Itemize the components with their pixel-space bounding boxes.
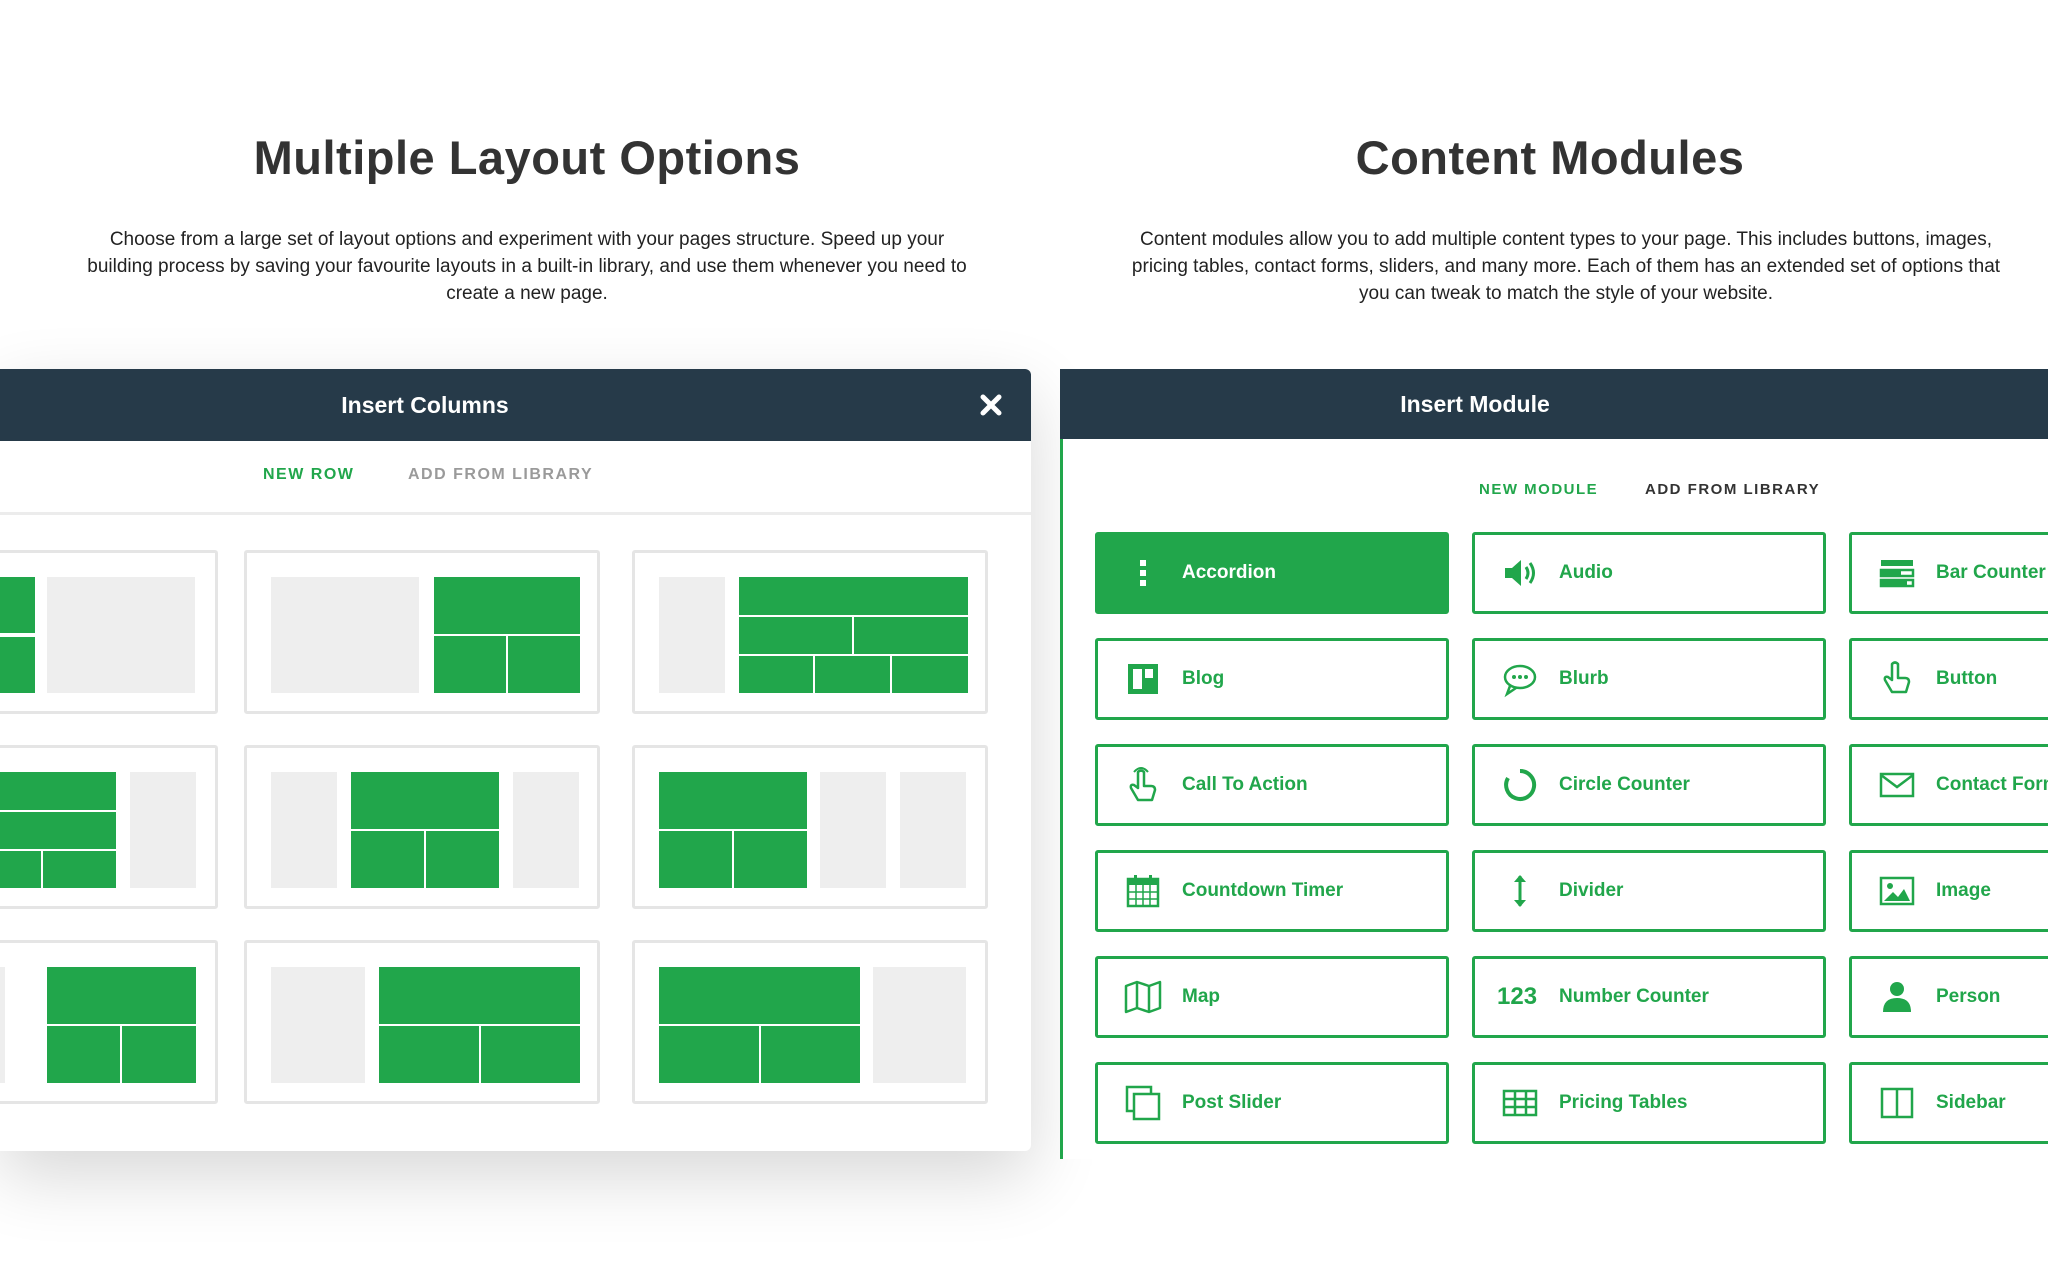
tab-add-from-library[interactable]: ADD FROM LIBRARY [408,466,593,484]
insert-module-modal: Insert Module NEW MODULE ADD FROM LIBRAR… [1060,369,2048,1159]
module-label: Divider [1559,880,1624,901]
blurb-icon [1501,660,1539,698]
module-label: Person [1936,986,2001,1007]
module-contact-form[interactable]: Contact Form [1849,744,2048,826]
divider-icon [1501,872,1539,910]
module-blurb[interactable]: Blurb [1472,638,1826,720]
module-post-slider[interactable]: Post Slider [1095,1062,1449,1144]
pricing-tables-icon [1501,1084,1539,1122]
layout-option[interactable] [632,550,988,714]
tab-new-row[interactable]: NEW ROW [263,466,354,484]
module-bar-counter[interactable]: Bar Counter [1849,532,2048,614]
module-label: Map [1182,986,1220,1007]
module-label: Image [1936,880,1991,901]
audio-icon [1501,554,1539,592]
module-label: Circle Counter [1559,774,1690,795]
page: Multiple Layout Options Choose from a la… [0,0,2048,1273]
post-slider-icon [1124,1084,1162,1122]
insert-columns-modal: Insert Columns NEW ROW ADD FROM LIBRARY [0,369,1031,1151]
module-label: Button [1936,668,1998,689]
module-label: Bar Counter [1936,562,2046,583]
module-label: Number Counter [1559,986,1709,1007]
module-label: Blog [1182,668,1225,689]
module-button[interactable]: Button [1849,638,2048,720]
map-icon [1124,978,1162,1016]
module-label: Blurb [1559,668,1609,689]
module-label: Pricing Tables [1559,1092,1688,1113]
module-label: Accordion [1182,562,1276,583]
contact-form-icon [1878,766,1916,804]
number-counter-icon: 123 [1497,983,1538,1010]
module-accordion[interactable]: Accordion [1095,532,1449,614]
content-modules-heading: Content Modules [1355,131,1745,184]
layout-options-heading: Multiple Layout Options [253,131,801,184]
module-pricing-tables[interactable]: Pricing Tables [1472,1062,1826,1144]
module-label: Contact Form [1936,774,2048,795]
module-circle-counter[interactable]: Circle Counter [1472,744,1826,826]
module-label: Audio [1559,562,1613,583]
module-sidebar[interactable]: Sidebar [1849,1062,2048,1144]
layout-option[interactable] [0,745,218,909]
module-label: Call To Action [1182,774,1308,795]
call-to-action-icon [1124,766,1162,804]
module-label: Sidebar [1936,1092,2006,1113]
circle-counter-icon [1501,766,1539,804]
module-label: Countdown Timer [1182,880,1344,901]
module-number-counter[interactable]: 123 Number Counter [1472,956,1826,1038]
module-blog[interactable]: Blog [1095,638,1449,720]
module-call-to-action[interactable]: Call To Action [1095,744,1449,826]
bar-counter-icon [1878,554,1916,592]
module-audio[interactable]: Audio [1472,532,1826,614]
layout-option[interactable] [244,940,600,1104]
image-icon [1878,872,1916,910]
button-icon [1878,660,1916,698]
sidebar-icon [1878,1084,1916,1122]
layout-option[interactable] [244,550,600,714]
module-person[interactable]: Person [1849,956,2048,1038]
module-divider[interactable]: Divider [1472,850,1826,932]
person-icon [1878,978,1916,1016]
tab-add-from-library[interactable]: ADD FROM LIBRARY [1645,481,1820,498]
layout-option[interactable] [0,550,218,714]
blog-icon [1124,660,1162,698]
layout-option[interactable] [632,940,988,1104]
module-label: Post Slider [1182,1092,1282,1113]
layout-option[interactable] [632,745,988,909]
layout-options-description: Choose from a large set of layout option… [87,229,967,304]
content-modules-description: Content modules allow you to add multipl… [1131,229,2001,304]
module-image[interactable]: Image [1849,850,2048,932]
module-countdown-timer[interactable]: Countdown Timer [1095,850,1449,932]
layout-option[interactable] [0,940,218,1104]
tab-divider [0,512,1031,515]
countdown-timer-icon [1124,872,1162,910]
layout-option[interactable] [244,745,600,909]
accordion-icon [1124,554,1162,592]
tab-new-module[interactable]: NEW MODULE [1479,481,1598,498]
module-map[interactable]: Map [1095,956,1449,1038]
